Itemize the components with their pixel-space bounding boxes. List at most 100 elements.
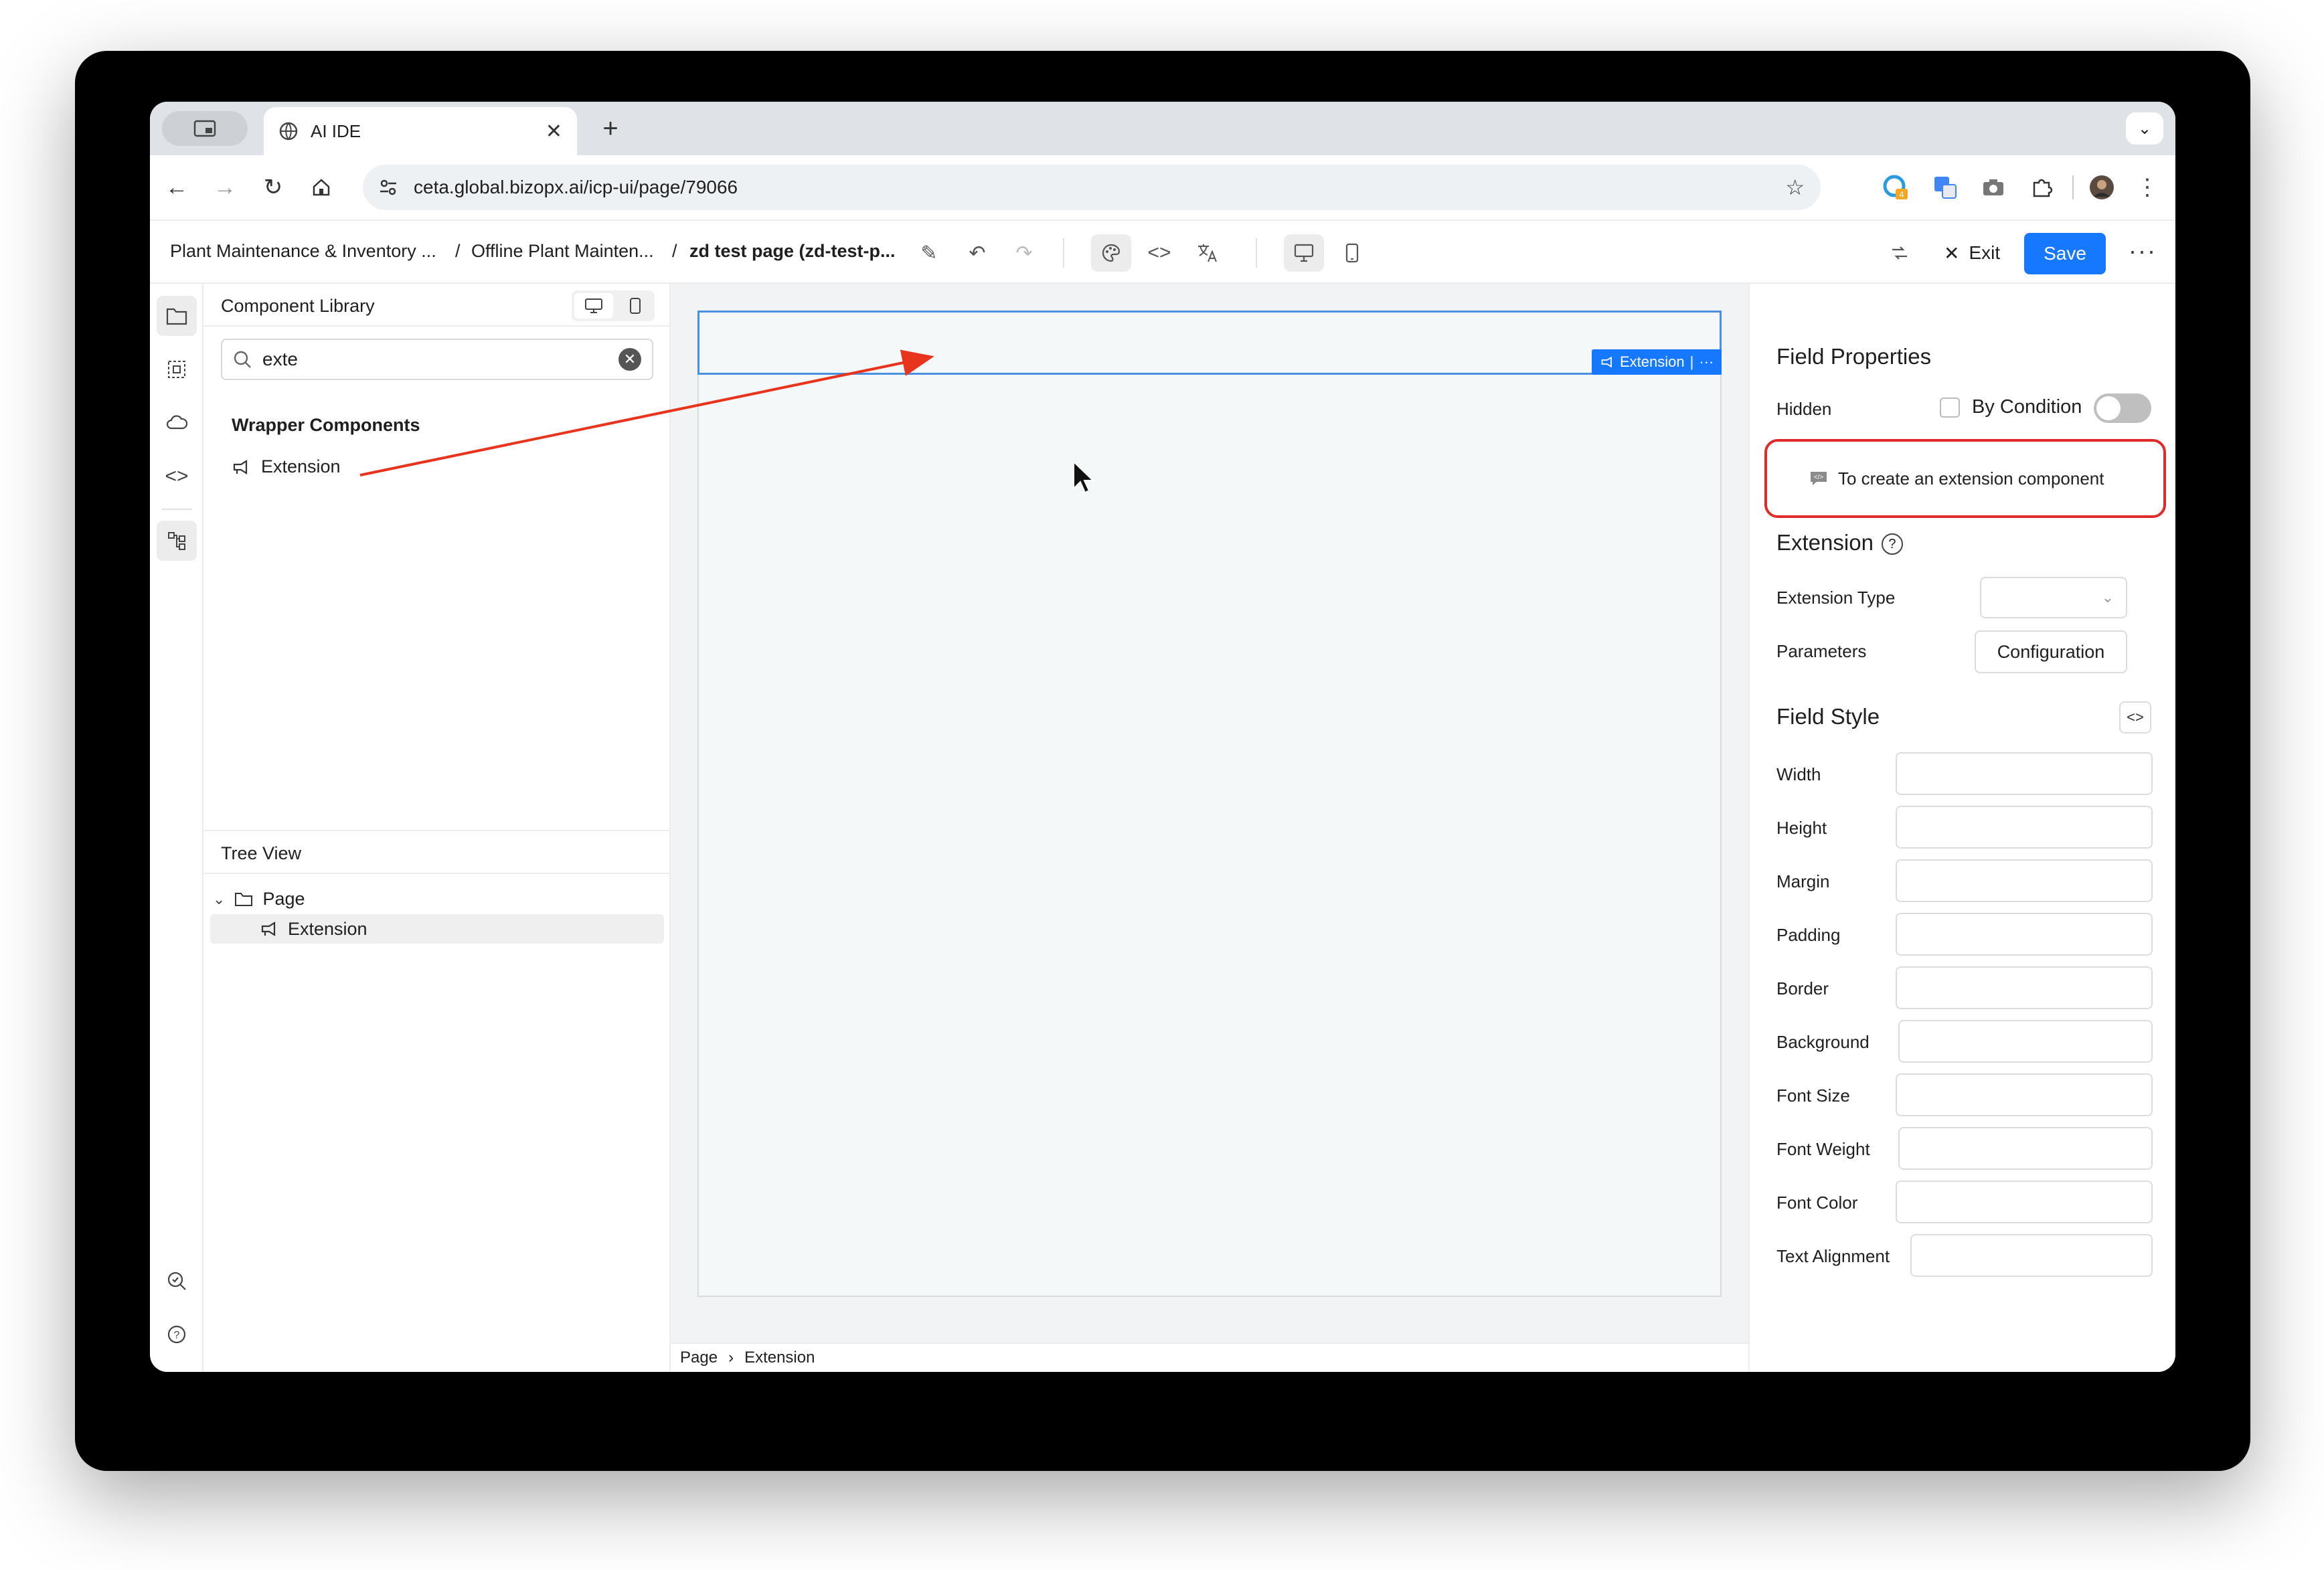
search-zoom-icon[interactable] (157, 1261, 197, 1301)
folder-icon[interactable] (157, 296, 197, 336)
chevron-down-icon[interactable]: ⌄ (213, 891, 225, 908)
close-tab-icon[interactable]: ✕ (546, 120, 562, 143)
component-item-label: Extension (261, 456, 341, 476)
font-weight-input[interactable] (1898, 1127, 2153, 1170)
component-item-extension[interactable]: Extension (232, 456, 341, 477)
selected-component-tag[interactable]: Extension | ··· (1592, 349, 1722, 375)
height-input[interactable] (1896, 806, 2153, 849)
code-view-icon[interactable]: <> (1139, 234, 1179, 272)
search-value: exte (262, 349, 298, 369)
hidden-toggle[interactable] (2094, 394, 2151, 423)
font-size-input[interactable] (1896, 1073, 2153, 1116)
breadcrumb-module[interactable]: Offline Plant Mainten... (471, 241, 654, 262)
publish-merge-icon[interactable] (1880, 234, 1920, 272)
text-alignment-input[interactable] (1910, 1234, 2153, 1277)
browser-menu-icon[interactable]: ⋮ (2130, 170, 2165, 205)
field-style-title: Field Style (1776, 704, 1880, 729)
more-options-icon[interactable]: ··· (2129, 237, 2157, 265)
style-label-width: Width (1776, 764, 1821, 784)
site-settings-icon[interactable] (379, 178, 398, 197)
url-text: ceta.global.bizopx.ai/icp-ui/page/79066 (414, 177, 738, 197)
redo-icon[interactable]: ↷ (1004, 234, 1044, 272)
translate-icon[interactable] (1187, 234, 1228, 272)
device-toggle (572, 290, 655, 321)
breadcrumb-app[interactable]: Plant Maintenance & Inventory ... (170, 241, 436, 262)
canvas-breadcrumb-item[interactable]: Extension (744, 1348, 815, 1367)
style-label-height: Height (1776, 818, 1827, 838)
forward-icon[interactable]: → (206, 169, 244, 206)
browser-window: AI IDE ✕ + ⌄ ← → ↻ ceta.global.bizopx.ai… (150, 102, 2175, 1372)
width-input[interactable] (1896, 752, 2153, 795)
tab-overview-button[interactable] (162, 111, 248, 146)
desktop-view-icon[interactable] (1284, 234, 1324, 272)
breadcrumb-page[interactable]: zd test page (zd-test-p... (689, 241, 896, 262)
cloud-icon[interactable] (157, 403, 197, 443)
component-search-input[interactable]: exte ✕ (221, 339, 653, 380)
chevron-right-icon: › (728, 1348, 734, 1367)
help-circle-icon[interactable]: ? (1881, 533, 1903, 555)
save-button[interactable]: Save (2024, 233, 2106, 274)
tree-node-page[interactable]: ⌄ Page (213, 889, 305, 909)
extension-type-label: Extension Type (1776, 588, 1896, 608)
tab-ai-ide[interactable]: AI IDE ✕ (264, 107, 577, 155)
layout-select-icon[interactable] (157, 349, 197, 389)
theme-palette-icon[interactable] (1091, 234, 1131, 272)
tree-view-header: Tree View (203, 830, 669, 874)
clear-search-icon[interactable]: ✕ (618, 348, 641, 371)
desktop-icon[interactable] (574, 293, 613, 319)
tree-view-title: Tree View (221, 843, 302, 863)
help-icon[interactable]: ? (157, 1314, 197, 1355)
tree-node-extension[interactable]: Extension (210, 914, 664, 944)
svg-text:?: ? (174, 1330, 180, 1341)
hidden-label: Hidden (1776, 399, 1832, 419)
address-bar-row: ← → ↻ ceta.global.bizopx.ai/icp-ui/page/… (150, 155, 2175, 220)
configuration-button[interactable]: Configuration (1975, 630, 2127, 673)
code-icon[interactable]: <> (157, 456, 197, 497)
page-frame[interactable] (697, 311, 1722, 1297)
style-code-icon[interactable]: <> (2119, 701, 2151, 733)
library-header: Component Library (203, 284, 669, 327)
padding-input[interactable] (1896, 913, 2153, 956)
bookmark-star-icon[interactable]: ☆ (1785, 175, 1805, 200)
extension-type-select[interactable]: ⌄ (1980, 577, 2127, 618)
style-label-border: Border (1776, 978, 1829, 998)
style-label-text-alignment: Text Alignment (1776, 1246, 1890, 1266)
more-icon[interactable]: ··· (1699, 353, 1714, 371)
home-icon[interactable] (303, 169, 340, 206)
component-tree-icon[interactable] (157, 521, 197, 561)
extension-title-text: Extension (1776, 530, 1874, 555)
omnibox[interactable]: ceta.global.bizopx.ai/icp-ui/page/79066 … (363, 165, 1821, 210)
style-label-font-color: Font Color (1776, 1193, 1858, 1213)
breadcrumb-separator: / (455, 241, 461, 261)
tag-divider: | (1689, 353, 1694, 370)
component-library-panel: Component Library exte ✕ Wrapper Compone… (203, 284, 671, 1372)
chevron-down-icon: ⌄ (2101, 589, 2114, 606)
by-condition-checkbox[interactable] (1940, 398, 1960, 418)
extension-plug-icon (233, 459, 248, 474)
font-color-input[interactable] (1896, 1181, 2153, 1223)
mobile-view-icon[interactable] (1332, 234, 1372, 272)
puzzle-extensions-icon[interactable] (2024, 170, 2059, 205)
hint-text: To create an extension component (1838, 468, 2104, 489)
canvas-breadcrumb: Page › Extension (671, 1342, 1748, 1372)
canvas-breadcrumb-item[interactable]: Page (680, 1348, 718, 1367)
extension-badge-icon[interactable]: 4 (1878, 170, 1913, 205)
back-icon[interactable]: ← (158, 169, 195, 206)
exit-label: Exit (1969, 242, 2001, 263)
translate-extension-icon[interactable] (1928, 170, 1963, 205)
undo-icon[interactable]: ↶ (957, 234, 997, 272)
background-input[interactable] (1898, 1020, 2153, 1063)
exit-button[interactable]: ✕ Exit (1944, 237, 2000, 269)
mobile-icon[interactable] (616, 290, 655, 321)
extension-component-block[interactable] (697, 311, 1722, 375)
border-input[interactable] (1896, 966, 2153, 1009)
edit-name-icon[interactable]: ✎ (909, 234, 949, 272)
extension-section-title: Extension? (1776, 530, 1903, 555)
tab-list-button[interactable]: ⌄ (2126, 112, 2163, 145)
margin-input[interactable] (1896, 859, 2153, 902)
reload-icon[interactable]: ↻ (254, 169, 292, 206)
new-tab-button[interactable]: + (592, 110, 629, 147)
camera-icon[interactable] (1976, 170, 2011, 205)
extension-plug-icon (261, 922, 276, 936)
avatar[interactable] (2084, 170, 2119, 205)
